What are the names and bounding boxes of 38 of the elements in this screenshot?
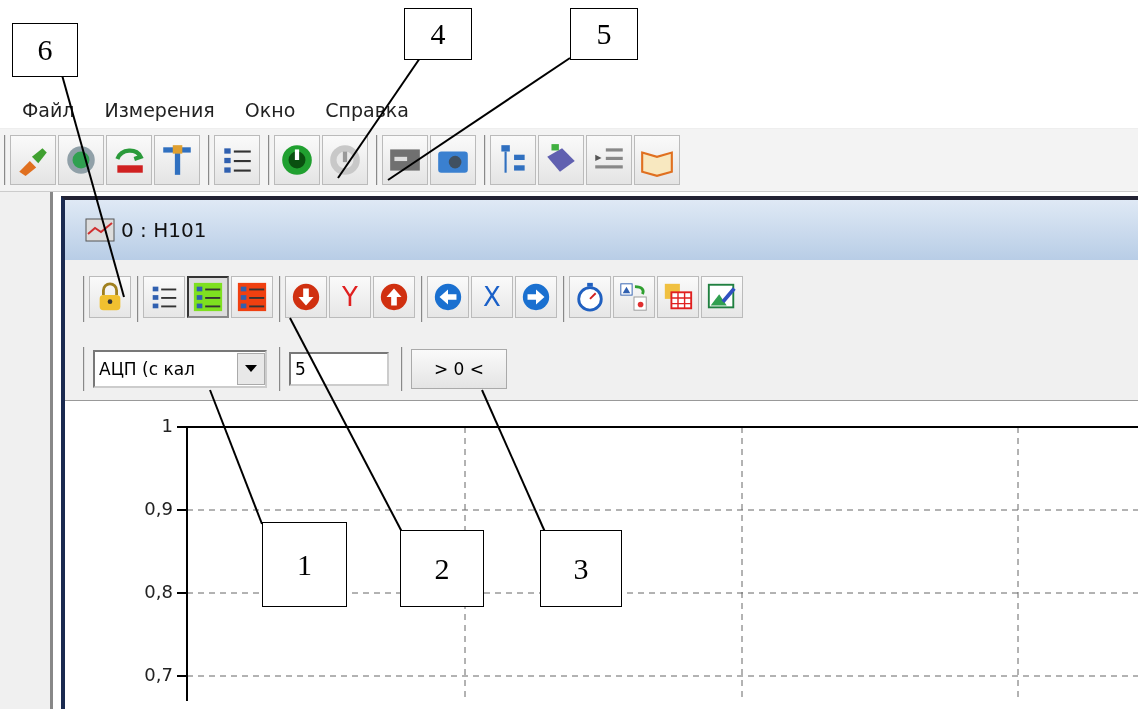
- menu-item[interactable]: Окно: [242, 99, 298, 121]
- toolbar-button[interactable]: [187, 276, 229, 318]
- toolbar-button[interactable]: [430, 135, 476, 185]
- channel-dropdown[interactable]: АЦП (с кал: [93, 350, 267, 388]
- stopwatch-icon: [574, 281, 606, 313]
- toolbar-button[interactable]: [322, 135, 368, 185]
- axis-tick-label: 1: [161, 415, 173, 436]
- axis-tick-label: 0,9: [144, 498, 173, 519]
- toolbar-button[interactable]: [701, 276, 743, 318]
- power-icon: [327, 142, 363, 178]
- toolbar-button[interactable]: [231, 276, 273, 318]
- axis-tick-label: 0,8: [144, 581, 173, 602]
- callout-label: 2: [400, 530, 484, 607]
- toolbar-button[interactable]: [214, 135, 260, 185]
- list-icon: [236, 281, 268, 313]
- toolbar-button[interactable]: [274, 135, 320, 185]
- toolbar-button[interactable]: [89, 276, 131, 318]
- toolbar-button[interactable]: [58, 135, 104, 185]
- value-field[interactable]: 5: [289, 352, 389, 386]
- x-axis-button[interactable]: X: [471, 276, 513, 318]
- toolbar-button[interactable]: [143, 276, 185, 318]
- callout-label: 1: [262, 522, 347, 607]
- toolbar-button[interactable]: [382, 135, 428, 185]
- list-icon: [192, 281, 224, 313]
- zero-button[interactable]: > 0 <: [411, 349, 507, 389]
- callout-label: 3: [540, 530, 622, 607]
- power-icon: [279, 142, 315, 178]
- window-title: 0 : H101: [121, 218, 207, 242]
- callout-label: 4: [404, 8, 472, 60]
- chart-icon: [85, 218, 115, 242]
- menu-item[interactable]: Измерения: [102, 99, 217, 121]
- callout-label: 5: [570, 8, 638, 60]
- y-axis-button[interactable]: Y: [329, 276, 371, 318]
- toolbar-button[interactable]: [569, 276, 611, 318]
- axis-tick-label: 0,7: [144, 664, 173, 685]
- callout-label: 6: [12, 23, 78, 77]
- images-icon: [618, 281, 650, 313]
- caret-icon: [245, 365, 257, 373]
